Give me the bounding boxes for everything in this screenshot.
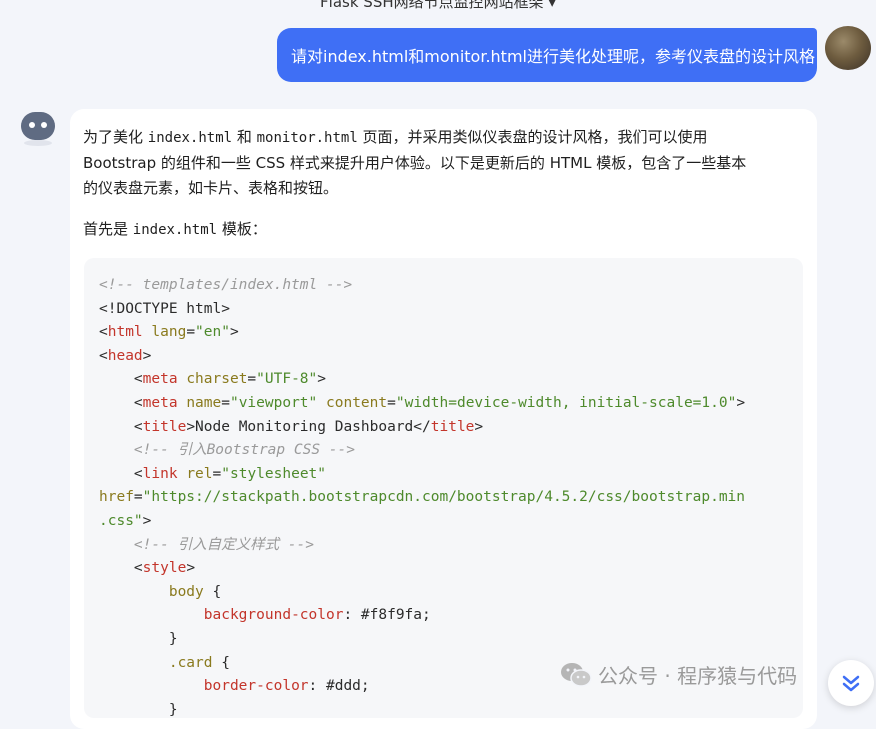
watermark: 公众号 · 程序猿与代码: [560, 660, 797, 689]
first-text-1: 首先是: [83, 220, 133, 238]
code-line-9: <link rel="stylesheet": [99, 465, 327, 482]
code-line-5: <meta charset="UTF-8">: [99, 371, 326, 388]
assistant-intro-paragraph: 为了美化 index.html 和 monitor.html 页面，并采用类似仪…: [83, 125, 808, 201]
code-line-12: <!-- 引入自定义样式 -->: [133, 536, 314, 553]
inline-code-index-2: index.html: [132, 222, 218, 238]
watermark-text: 公众号 · 程序猿与代码: [598, 664, 798, 688]
code-line-7: <title>Node Monitoring Dashboard</title>: [99, 418, 484, 435]
code-line-4: <head>: [99, 347, 152, 364]
code-line-3: <html lang="en">: [99, 324, 239, 341]
code-line-10: href="https://stackpath.bootstrapcdn.com…: [99, 489, 746, 506]
code-line-17: .card {: [168, 654, 230, 671]
wechat-icon: [561, 662, 592, 687]
code-line-13: <style>: [99, 560, 196, 577]
code-line-1: <!-- templates/index.html -->: [99, 277, 353, 293]
intro-text-2: 和: [232, 128, 257, 146]
inline-code-index: index.html: [147, 130, 233, 146]
code-line-6: <meta name="viewport" content="width=dev…: [99, 394, 746, 411]
code-line-15: background-color: #f8f9fa;: [203, 607, 431, 624]
assistant-avatar: [19, 110, 57, 148]
first-text-2: 模板：: [217, 220, 267, 238]
intro-text-line2: Bootstrap 的组件和一些 CSS 样式来提升用户体验。以下是更新后的 H…: [83, 154, 747, 172]
user-message-bubble: 请对index.html和monitor.html进行美化处理呢，参考仪表盘的设…: [277, 28, 817, 82]
scroll-to-bottom-button[interactable]: [828, 660, 874, 706]
inline-code-monitor: monitor.html: [256, 130, 358, 146]
user-avatar[interactable]: [825, 26, 871, 70]
code-line-14: body {: [168, 583, 222, 600]
intro-text-line3: 的仪表盘元素，如卡片、表格和按钮。: [83, 179, 339, 197]
chevron-double-down-icon: [842, 675, 860, 692]
bot-face-icon: [21, 112, 55, 146]
code-line-19: }: [168, 701, 178, 718]
code-line-11: .css">: [99, 512, 152, 529]
code-block[interactable]: <!-- templates/index.html --> <!DOCTYPE …: [84, 258, 803, 718]
intro-text-1: 为了美化: [83, 128, 148, 146]
code-line-8: <!-- 引入Bootstrap CSS -->: [133, 442, 355, 459]
previous-conversation-title[interactable]: Flask SSH网络节点监控网站框架 ▾: [0, 0, 876, 12]
code-lines: <!-- templates/index.html --> <!DOCTYPE …: [99, 274, 745, 718]
intro-text-3: 页面，并采用类似仪表盘的设计风格，我们可以使用: [357, 128, 708, 146]
code-line-18: border-color: #ddd;: [203, 678, 370, 695]
code-line-2: <!DOCTYPE html>: [99, 300, 230, 317]
assistant-first-paragraph: 首先是 index.html 模板：: [83, 217, 808, 243]
code-line-16: }: [168, 630, 178, 647]
user-message-text: 请对index.html和monitor.html进行美化处理呢，参考仪表盘的设…: [291, 47, 815, 66]
